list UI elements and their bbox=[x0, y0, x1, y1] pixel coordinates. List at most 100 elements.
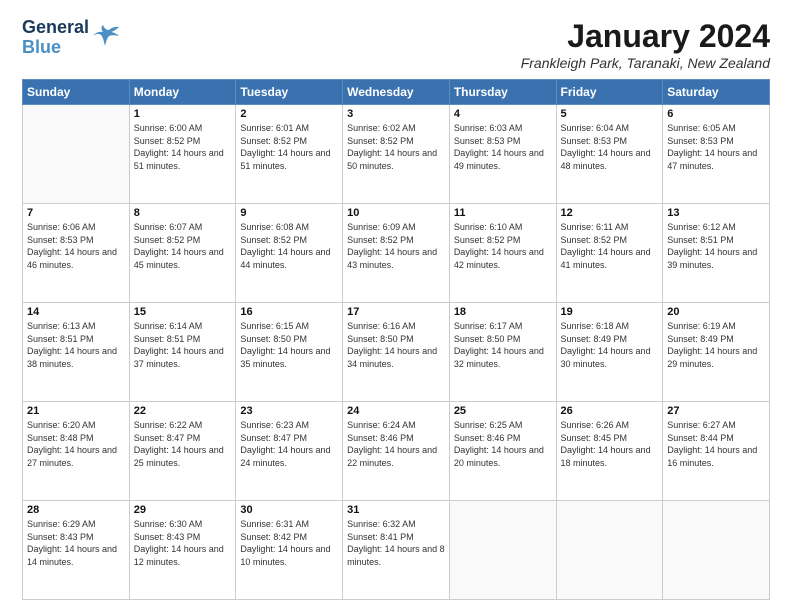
calendar-cell bbox=[556, 501, 663, 600]
day-number: 23 bbox=[240, 405, 338, 417]
calendar-cell: 7 Sunrise: 6:06 AMSunset: 8:53 PMDayligh… bbox=[23, 204, 130, 303]
calendar-cell: 15 Sunrise: 6:14 AMSunset: 8:51 PMDaylig… bbox=[129, 303, 236, 402]
day-info: Sunrise: 6:06 AMSunset: 8:53 PMDaylight:… bbox=[27, 221, 125, 271]
calendar-cell: 21 Sunrise: 6:20 AMSunset: 8:48 PMDaylig… bbox=[23, 402, 130, 501]
day-number: 15 bbox=[134, 306, 232, 318]
calendar-week-row: 1 Sunrise: 6:00 AMSunset: 8:52 PMDayligh… bbox=[23, 105, 770, 204]
calendar-cell: 10 Sunrise: 6:09 AMSunset: 8:52 PMDaylig… bbox=[343, 204, 450, 303]
day-info: Sunrise: 6:30 AMSunset: 8:43 PMDaylight:… bbox=[134, 518, 232, 568]
calendar-cell: 13 Sunrise: 6:12 AMSunset: 8:51 PMDaylig… bbox=[663, 204, 770, 303]
day-number: 18 bbox=[454, 306, 552, 318]
day-info: Sunrise: 6:25 AMSunset: 8:46 PMDaylight:… bbox=[454, 419, 552, 469]
day-number: 30 bbox=[240, 504, 338, 516]
day-number: 20 bbox=[667, 306, 765, 318]
calendar-dow-wednesday: Wednesday bbox=[343, 80, 450, 105]
day-info: Sunrise: 6:23 AMSunset: 8:47 PMDaylight:… bbox=[240, 419, 338, 469]
day-number: 10 bbox=[347, 207, 445, 219]
day-number: 3 bbox=[347, 108, 445, 120]
day-number: 24 bbox=[347, 405, 445, 417]
calendar-cell: 25 Sunrise: 6:25 AMSunset: 8:46 PMDaylig… bbox=[449, 402, 556, 501]
day-info: Sunrise: 6:05 AMSunset: 8:53 PMDaylight:… bbox=[667, 122, 765, 172]
calendar-cell: 30 Sunrise: 6:31 AMSunset: 8:42 PMDaylig… bbox=[236, 501, 343, 600]
location: Frankleigh Park, Taranaki, New Zealand bbox=[521, 55, 770, 71]
day-number: 26 bbox=[561, 405, 659, 417]
calendar-cell: 18 Sunrise: 6:17 AMSunset: 8:50 PMDaylig… bbox=[449, 303, 556, 402]
calendar-cell: 5 Sunrise: 6:04 AMSunset: 8:53 PMDayligh… bbox=[556, 105, 663, 204]
calendar-dow-thursday: Thursday bbox=[449, 80, 556, 105]
calendar-week-row: 7 Sunrise: 6:06 AMSunset: 8:53 PMDayligh… bbox=[23, 204, 770, 303]
header: General Blue January 2024 Frankleigh Par… bbox=[22, 18, 770, 71]
calendar-cell: 22 Sunrise: 6:22 AMSunset: 8:47 PMDaylig… bbox=[129, 402, 236, 501]
calendar-cell: 3 Sunrise: 6:02 AMSunset: 8:52 PMDayligh… bbox=[343, 105, 450, 204]
day-number: 21 bbox=[27, 405, 125, 417]
day-info: Sunrise: 6:29 AMSunset: 8:43 PMDaylight:… bbox=[27, 518, 125, 568]
calendar-dow-monday: Monday bbox=[129, 80, 236, 105]
day-info: Sunrise: 6:22 AMSunset: 8:47 PMDaylight:… bbox=[134, 419, 232, 469]
day-info: Sunrise: 6:19 AMSunset: 8:49 PMDaylight:… bbox=[667, 320, 765, 370]
day-info: Sunrise: 6:07 AMSunset: 8:52 PMDaylight:… bbox=[134, 221, 232, 271]
day-number: 11 bbox=[454, 207, 552, 219]
calendar-cell: 1 Sunrise: 6:00 AMSunset: 8:52 PMDayligh… bbox=[129, 105, 236, 204]
day-info: Sunrise: 6:18 AMSunset: 8:49 PMDaylight:… bbox=[561, 320, 659, 370]
day-number: 25 bbox=[454, 405, 552, 417]
calendar-cell: 31 Sunrise: 6:32 AMSunset: 8:41 PMDaylig… bbox=[343, 501, 450, 600]
calendar-cell: 23 Sunrise: 6:23 AMSunset: 8:47 PMDaylig… bbox=[236, 402, 343, 501]
calendar-cell: 29 Sunrise: 6:30 AMSunset: 8:43 PMDaylig… bbox=[129, 501, 236, 600]
calendar-header-row: SundayMondayTuesdayWednesdayThursdayFrid… bbox=[23, 80, 770, 105]
calendar-cell bbox=[663, 501, 770, 600]
day-number: 29 bbox=[134, 504, 232, 516]
day-info: Sunrise: 6:08 AMSunset: 8:52 PMDaylight:… bbox=[240, 221, 338, 271]
calendar-cell: 9 Sunrise: 6:08 AMSunset: 8:52 PMDayligh… bbox=[236, 204, 343, 303]
day-number: 28 bbox=[27, 504, 125, 516]
day-info: Sunrise: 6:04 AMSunset: 8:53 PMDaylight:… bbox=[561, 122, 659, 172]
day-info: Sunrise: 6:01 AMSunset: 8:52 PMDaylight:… bbox=[240, 122, 338, 172]
calendar-cell: 20 Sunrise: 6:19 AMSunset: 8:49 PMDaylig… bbox=[663, 303, 770, 402]
day-info: Sunrise: 6:13 AMSunset: 8:51 PMDaylight:… bbox=[27, 320, 125, 370]
calendar-table: SundayMondayTuesdayWednesdayThursdayFrid… bbox=[22, 79, 770, 600]
day-number: 22 bbox=[134, 405, 232, 417]
day-number: 17 bbox=[347, 306, 445, 318]
calendar-cell bbox=[23, 105, 130, 204]
calendar-cell bbox=[449, 501, 556, 600]
calendar-cell: 14 Sunrise: 6:13 AMSunset: 8:51 PMDaylig… bbox=[23, 303, 130, 402]
day-info: Sunrise: 6:17 AMSunset: 8:50 PMDaylight:… bbox=[454, 320, 552, 370]
day-number: 4 bbox=[454, 108, 552, 120]
day-info: Sunrise: 6:16 AMSunset: 8:50 PMDaylight:… bbox=[347, 320, 445, 370]
calendar-cell: 8 Sunrise: 6:07 AMSunset: 8:52 PMDayligh… bbox=[129, 204, 236, 303]
logo-blue: Blue bbox=[22, 38, 89, 58]
day-info: Sunrise: 6:14 AMSunset: 8:51 PMDaylight:… bbox=[134, 320, 232, 370]
day-number: 6 bbox=[667, 108, 765, 120]
calendar-cell: 17 Sunrise: 6:16 AMSunset: 8:50 PMDaylig… bbox=[343, 303, 450, 402]
calendar-week-row: 21 Sunrise: 6:20 AMSunset: 8:48 PMDaylig… bbox=[23, 402, 770, 501]
calendar-dow-saturday: Saturday bbox=[663, 80, 770, 105]
day-info: Sunrise: 6:00 AMSunset: 8:52 PMDaylight:… bbox=[134, 122, 232, 172]
calendar-cell: 11 Sunrise: 6:10 AMSunset: 8:52 PMDaylig… bbox=[449, 204, 556, 303]
day-number: 7 bbox=[27, 207, 125, 219]
day-number: 8 bbox=[134, 207, 232, 219]
calendar-cell: 24 Sunrise: 6:24 AMSunset: 8:46 PMDaylig… bbox=[343, 402, 450, 501]
day-info: Sunrise: 6:31 AMSunset: 8:42 PMDaylight:… bbox=[240, 518, 338, 568]
calendar-page: General Blue January 2024 Frankleigh Par… bbox=[0, 0, 792, 612]
calendar-week-row: 28 Sunrise: 6:29 AMSunset: 8:43 PMDaylig… bbox=[23, 501, 770, 600]
month-title: January 2024 bbox=[521, 18, 770, 55]
day-info: Sunrise: 6:12 AMSunset: 8:51 PMDaylight:… bbox=[667, 221, 765, 271]
day-info: Sunrise: 6:20 AMSunset: 8:48 PMDaylight:… bbox=[27, 419, 125, 469]
calendar-dow-sunday: Sunday bbox=[23, 80, 130, 105]
day-info: Sunrise: 6:11 AMSunset: 8:52 PMDaylight:… bbox=[561, 221, 659, 271]
day-number: 14 bbox=[27, 306, 125, 318]
day-number: 2 bbox=[240, 108, 338, 120]
day-number: 5 bbox=[561, 108, 659, 120]
calendar-week-row: 14 Sunrise: 6:13 AMSunset: 8:51 PMDaylig… bbox=[23, 303, 770, 402]
day-info: Sunrise: 6:02 AMSunset: 8:52 PMDaylight:… bbox=[347, 122, 445, 172]
day-info: Sunrise: 6:03 AMSunset: 8:53 PMDaylight:… bbox=[454, 122, 552, 172]
day-number: 1 bbox=[134, 108, 232, 120]
title-section: January 2024 Frankleigh Park, Taranaki, … bbox=[521, 18, 770, 71]
logo-general: General bbox=[22, 18, 89, 38]
calendar-cell: 16 Sunrise: 6:15 AMSunset: 8:50 PMDaylig… bbox=[236, 303, 343, 402]
calendar-cell: 19 Sunrise: 6:18 AMSunset: 8:49 PMDaylig… bbox=[556, 303, 663, 402]
calendar-dow-friday: Friday bbox=[556, 80, 663, 105]
calendar-cell: 12 Sunrise: 6:11 AMSunset: 8:52 PMDaylig… bbox=[556, 204, 663, 303]
calendar-cell: 6 Sunrise: 6:05 AMSunset: 8:53 PMDayligh… bbox=[663, 105, 770, 204]
calendar-cell: 4 Sunrise: 6:03 AMSunset: 8:53 PMDayligh… bbox=[449, 105, 556, 204]
logo-bird-icon bbox=[91, 22, 123, 54]
